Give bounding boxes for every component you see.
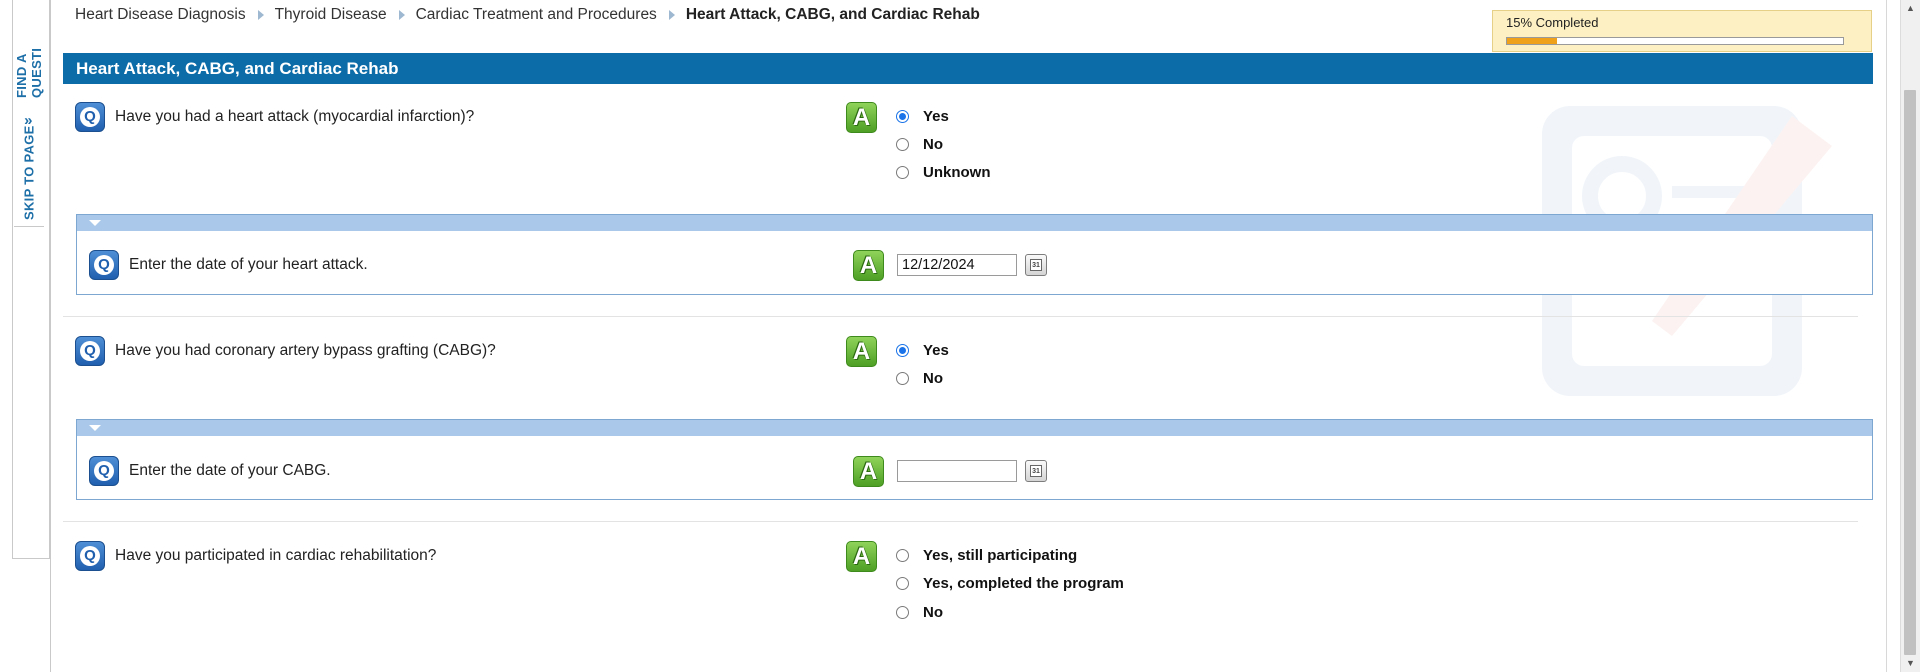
radio-button[interactable] <box>896 577 909 590</box>
question-text: Have you had coronary artery bypass graf… <box>115 342 496 359</box>
collapse-arrow-icon <box>89 425 101 431</box>
breadcrumb-arrow-icon <box>398 10 405 20</box>
radio-option-completed[interactable]: Yes, completed the program <box>896 575 1124 592</box>
answer-icon: A <box>853 250 884 281</box>
collapse-bar[interactable] <box>77 215 1872 231</box>
radio-label: Yes, completed the program <box>923 575 1124 592</box>
calendar-icon[interactable]: 31 <box>1025 460 1047 482</box>
find-a-question-tab[interactable]: FIND A QUESTI <box>14 0 44 98</box>
breadcrumb-item[interactable]: Cardiac Treatment and Procedures <box>416 6 657 24</box>
breadcrumb-arrow-icon <box>668 10 675 20</box>
radio-label: No <box>923 370 943 387</box>
radio-label: Yes <box>923 108 949 125</box>
radio-label: Unknown <box>923 164 991 181</box>
radio-option-still-participating[interactable]: Yes, still participating <box>896 547 1077 564</box>
radio-label: Yes <box>923 342 949 359</box>
question-text: Have you had a heart attack (myocardial … <box>115 108 475 125</box>
question-icon: Q <box>75 541 105 571</box>
skip-to-page-label: SKIP TO PAGE <box>21 125 37 220</box>
radio-button[interactable] <box>896 372 909 385</box>
collapse-arrow-icon <box>89 220 101 226</box>
radio-label: No <box>923 604 943 621</box>
radio-option-no[interactable]: No <box>896 370 943 387</box>
radio-option-yes[interactable]: Yes <box>896 342 949 359</box>
radio-option-yes[interactable]: Yes <box>896 108 949 125</box>
question-icon: Q <box>75 336 105 366</box>
collapse-bar[interactable] <box>77 420 1872 436</box>
double-chevron-icon: » <box>24 112 34 130</box>
scroll-down-arrow-icon[interactable]: ▼ <box>1901 655 1920 672</box>
breadcrumb: Heart Disease Diagnosis Thyroid Disease … <box>75 6 980 24</box>
scroll-up-arrow-icon[interactable]: ▲ <box>1901 0 1920 17</box>
section-header: Heart Attack, CABG, and Cardiac Rehab <box>63 53 1873 84</box>
divider <box>63 316 1858 317</box>
breadcrumb-current: Heart Attack, CABG, and Cardiac Rehab <box>685 6 980 23</box>
question-text: Enter the date of your CABG. <box>129 462 331 479</box>
radio-option-no[interactable]: No <box>896 136 943 153</box>
breadcrumb-item[interactable]: Heart Disease Diagnosis <box>75 6 246 24</box>
radio-label: No <box>923 136 943 153</box>
answer-icon: A <box>846 336 877 367</box>
divider <box>63 521 1858 522</box>
skip-to-page-tab[interactable]: SKIP TO PAGE » <box>14 104 44 227</box>
question-icon: Q <box>75 102 105 132</box>
vertical-scrollbar[interactable]: ▲ ▼ <box>1900 0 1920 672</box>
cabg-date-input[interactable] <box>897 460 1017 482</box>
question-text: Enter the date of your heart attack. <box>129 256 368 273</box>
content-border <box>1886 0 1887 672</box>
answer-icon: A <box>846 541 877 572</box>
question-icon: Q <box>89 456 119 486</box>
radio-button[interactable] <box>896 138 909 151</box>
radio-option-unknown[interactable]: Unknown <box>896 164 991 181</box>
radio-option-no[interactable]: No <box>896 604 943 621</box>
progress-box: 15% Completed <box>1492 10 1872 52</box>
breadcrumb-item[interactable]: Thyroid Disease <box>275 6 387 24</box>
progress-bar <box>1506 37 1844 45</box>
radio-button[interactable] <box>896 549 909 562</box>
scrollbar-thumb[interactable] <box>1904 90 1916 655</box>
heart-attack-date-input[interactable] <box>897 254 1017 276</box>
calendar-icon[interactable]: 31 <box>1025 254 1047 276</box>
answer-icon: A <box>846 102 877 133</box>
find-a-question-label: FIND A QUESTI <box>14 47 44 98</box>
radio-label: Yes, still participating <box>923 547 1078 564</box>
breadcrumb-arrow-icon <box>257 10 264 20</box>
question-icon: Q <box>89 250 119 280</box>
progress-label: 15% Completed <box>1506 15 1599 30</box>
answer-icon: A <box>853 456 884 487</box>
radio-button[interactable] <box>896 166 909 179</box>
progress-bar-fill <box>1507 38 1558 44</box>
radio-button[interactable] <box>896 344 909 357</box>
radio-button[interactable] <box>896 110 909 123</box>
question-text: Have you participated in cardiac rehabil… <box>115 547 437 564</box>
radio-button[interactable] <box>896 606 909 619</box>
